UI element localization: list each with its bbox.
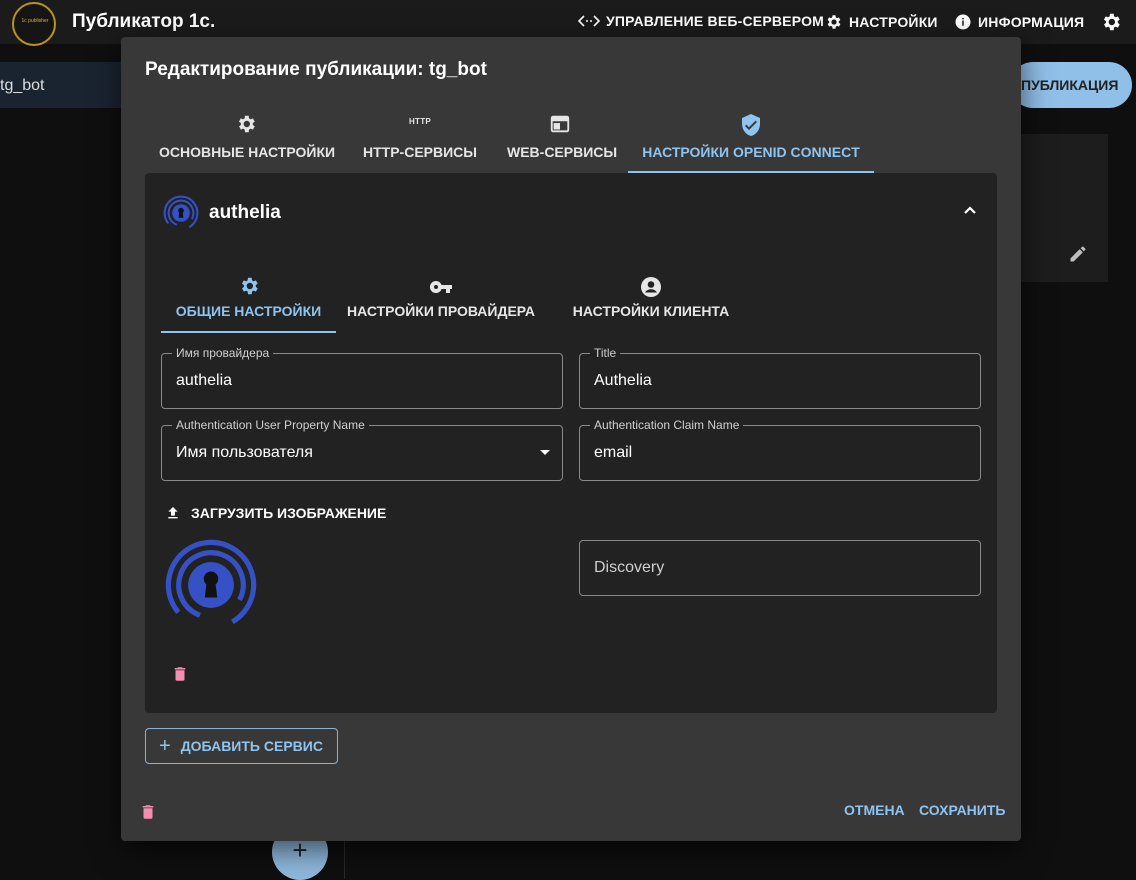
key-icon <box>429 281 452 293</box>
web-icon <box>550 115 570 133</box>
nav-settings[interactable]: НАСТРОЙКИ <box>825 13 938 31</box>
dropdown-arrow-icon <box>540 450 550 455</box>
cancel-button[interactable]: ОТМЕНА <box>844 802 905 818</box>
upload-image-button[interactable]: ЗАГРУЗИТЬ ИЗОБРАЖЕНИЕ <box>165 505 386 521</box>
field-label: Title <box>590 346 621 360</box>
subtab-label: НАСТРОЙКИ ПРОВАЙДЕРА <box>346 303 535 319</box>
authelia-logo-image <box>165 539 257 631</box>
delete-publication-icon[interactable] <box>139 802 157 822</box>
subtab-label: ОБЩИЕ НАСТРОЙКИ <box>175 303 322 319</box>
field-label: Authentication Claim Name <box>590 418 744 432</box>
tab-openid-connect[interactable]: НАСТРОЙКИ OPENID CONNECT <box>628 107 874 173</box>
provider-panel: authelia ОБЩИЕ НАСТРОЙКИ НАСТРОЙКИ ПРОВА… <box>145 173 997 713</box>
tab-label: НАСТРОЙКИ OPENID CONNECT <box>642 144 860 160</box>
field-placeholder: Discovery <box>594 559 665 576</box>
field-value: authelia <box>176 372 233 389</box>
tab-label: ОСНОВНЫЕ НАСТРОЙКИ <box>159 144 336 160</box>
subtab-client-settings[interactable]: НАСТРОЙКИ КЛИЕНТА <box>557 269 745 333</box>
delete-image-icon[interactable] <box>171 664 189 684</box>
field-label: Authentication User Property Name <box>172 418 369 432</box>
sidebar-item-label: tg_bot <box>0 77 45 94</box>
chevron-up-icon[interactable] <box>963 205 977 215</box>
save-button[interactable]: СОХРАНИТЬ <box>919 802 1005 818</box>
account-icon <box>641 277 661 297</box>
plus-icon: + <box>159 735 171 757</box>
logo-text: 1c publisher <box>21 18 49 24</box>
field-value: email <box>594 444 633 461</box>
active-subtab-indicator <box>161 331 336 333</box>
subtab-provider-settings[interactable]: НАСТРОЙКИ ПРОВАЙДЕРА <box>337 269 545 333</box>
upload-label: ЗАГРУЗИТЬ ИЗОБРАЖЕНИЕ <box>191 505 387 521</box>
claim-name-field[interactable]: Authentication Claim Name email <box>579 418 981 481</box>
user-property-select[interactable]: Authentication User Property Name Имя по… <box>161 418 563 481</box>
discovery-field[interactable]: Discovery <box>579 540 981 596</box>
gear-icon <box>827 15 841 29</box>
info-icon <box>955 14 971 30</box>
edit-icon[interactable] <box>1068 244 1088 264</box>
nav-web-server[interactable]: УПРАВЛЕНИЕ ВЕБ-СЕРВЕРОМ <box>578 13 824 29</box>
subtab-label: НАСТРОЙКИ КЛИЕНТА <box>572 303 730 319</box>
edit-publication-dialog: Редактирование публикации: tg_bot ОСНОВН… <box>121 37 1021 841</box>
upload-icon <box>168 507 178 519</box>
provider-name-field[interactable]: Имя провайдера authelia <box>161 346 563 409</box>
authelia-logo-icon <box>163 195 199 231</box>
tab-http-services[interactable]: HTTP HTTP-СЕРВИСЫ <box>363 107 477 173</box>
nav-info-label: ИНФОРМАЦИЯ <box>978 14 1085 30</box>
add-publication-label: ПУБЛИКАЦИЯ <box>1021 77 1119 93</box>
dialog-title: Редактирование публикации: tg_bot <box>145 59 487 80</box>
app-logo: 1c publisher <box>12 2 56 46</box>
add-service-label: ДОБАВИТЬ СЕРВИС <box>180 738 323 754</box>
tab-label: HTTP-СЕРВИСЫ <box>363 144 477 160</box>
field-label: Имя провайдера <box>172 346 274 360</box>
tab-label: WEB-СЕРВИСЫ <box>507 144 618 160</box>
title-field[interactable]: Title Authelia <box>579 346 981 409</box>
field-value: Имя пользователя <box>176 444 313 461</box>
add-service-button[interactable]: + ДОБАВИТЬ СЕРВИС <box>145 728 338 764</box>
gear-icon <box>1103 13 1120 31</box>
theme-settings-button[interactable] <box>1100 11 1128 33</box>
gear-icon <box>238 115 255 133</box>
nav-settings-label: НАСТРОЙКИ <box>849 14 938 30</box>
verified-shield-icon <box>742 114 760 136</box>
provider-header[interactable]: authelia <box>161 193 281 233</box>
tab-basic-settings[interactable]: ОСНОВНЫЕ НАСТРОЙКИ <box>159 107 336 173</box>
subtab-general-settings[interactable]: ОБЩИЕ НАСТРОЙКИ <box>161 269 336 333</box>
nav-info[interactable]: ИНФОРМАЦИЯ <box>954 13 1084 31</box>
field-value: Authelia <box>594 372 652 389</box>
code-icon <box>578 15 600 27</box>
add-publication-button[interactable]: ПУБЛИКАЦИЯ <box>1010 62 1132 108</box>
nav-web-server-label: УПРАВЛЕНИЕ ВЕБ-СЕРВЕРОМ <box>606 13 825 29</box>
app-title: Публикатор 1с. <box>72 11 216 32</box>
http-icon: HTTP <box>408 117 432 126</box>
sidebar-item-tg-bot[interactable]: tg_bot <box>0 62 126 108</box>
gear-icon <box>241 277 258 295</box>
publication-card <box>1020 134 1108 282</box>
tab-web-services[interactable]: WEB-СЕРВИСЫ <box>507 107 618 173</box>
provider-name: authelia <box>209 202 281 223</box>
